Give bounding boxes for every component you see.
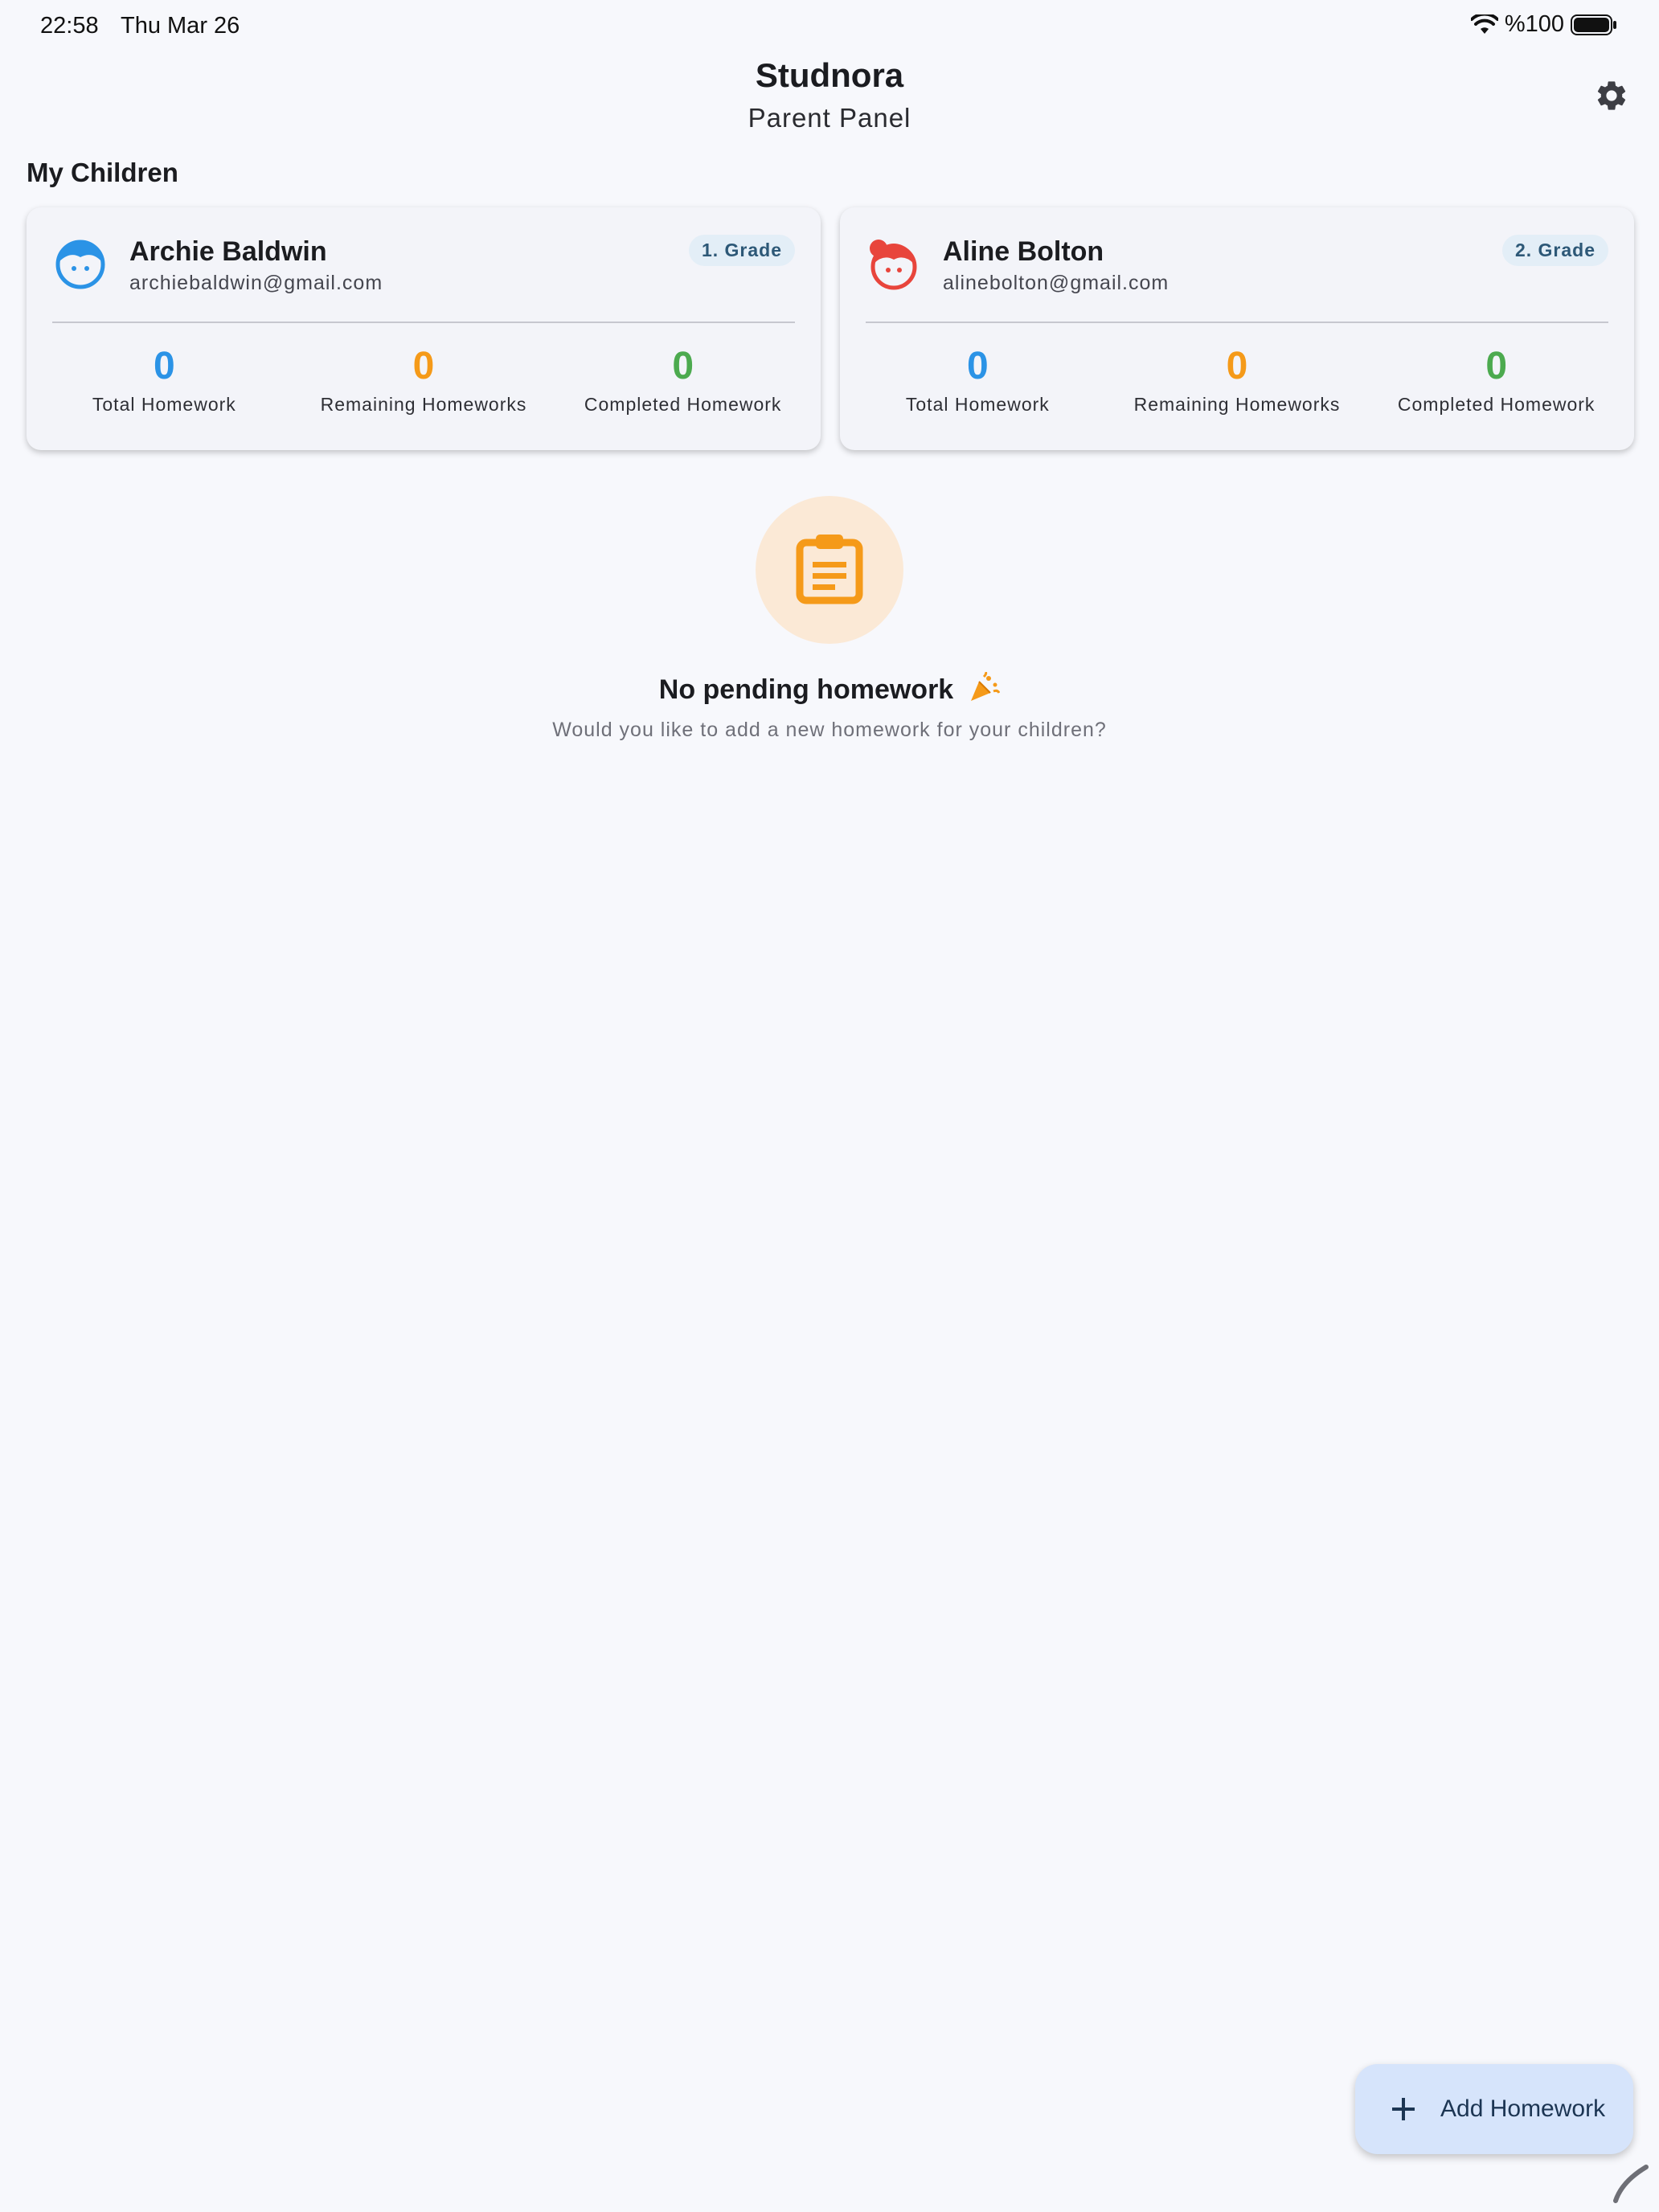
status-indicators: %100 <box>1470 11 1617 38</box>
gear-icon <box>1594 78 1629 117</box>
status-time: 22:58 <box>40 13 99 39</box>
empty-state-title-row: No pending homework <box>0 670 1659 708</box>
empty-state-subtitle: Would you like to add a new homework for… <box>552 719 1107 741</box>
child-name: Archie Baldwin <box>129 236 327 267</box>
child-name: Aline Bolton <box>943 236 1104 267</box>
stat-value: 0 <box>1226 345 1248 387</box>
child-email: archiebaldwin@gmail.com <box>129 272 383 294</box>
stat-total-homework: 0 Total Homework <box>848 344 1108 416</box>
stat-label: Completed Homework <box>584 394 782 415</box>
section-title-my-children: My Children <box>27 158 178 187</box>
homework-stats: 0 Total Homework 0 Remaining Homeworks 0… <box>27 344 821 416</box>
girl-face-icon <box>867 238 920 291</box>
child-card-aline[interactable]: Aline Bolton alinebolton@gmail.com 2. Gr… <box>840 207 1634 450</box>
clipboard-icon <box>795 531 864 609</box>
empty-state-illustration <box>756 496 903 644</box>
battery-percent: %100 <box>1504 11 1564 37</box>
child-card-archie[interactable]: Archie Baldwin archiebaldwin@gmail.com 1… <box>27 207 821 450</box>
stat-label: Remaining Homeworks <box>1133 394 1341 415</box>
stat-label: Remaining Homeworks <box>320 394 527 415</box>
stat-total-homework: 0 Total Homework <box>35 344 294 416</box>
plus-icon <box>1387 2093 1419 2125</box>
homework-stats: 0 Total Homework 0 Remaining Homeworks 0… <box>840 344 1634 416</box>
status-date: Thu Mar 26 <box>121 13 240 39</box>
child-email: alinebolton@gmail.com <box>943 272 1169 294</box>
battery-icon <box>1571 14 1617 36</box>
stat-remaining-homeworks: 0 Remaining Homeworks <box>294 344 554 416</box>
grade-badge: 1. Grade <box>688 235 795 266</box>
stat-label: Completed Homework <box>1397 394 1596 415</box>
status-bar: 22:58 Thu Mar 26 %100 <box>0 0 1659 51</box>
stat-label: Total Homework <box>905 394 1050 415</box>
card-divider <box>866 322 1608 323</box>
empty-state-title: No pending homework <box>658 674 954 705</box>
wifi-icon <box>1470 14 1498 35</box>
stat-remaining-homeworks: 0 Remaining Homeworks <box>1108 344 1367 416</box>
stat-value: 0 <box>412 345 435 387</box>
stat-value: 0 <box>966 345 989 387</box>
add-homework-label: Add Homework <box>1440 2095 1606 2122</box>
card-divider <box>52 322 795 323</box>
stat-completed-homework: 0 Completed Homework <box>553 344 813 416</box>
stat-value: 0 <box>153 345 175 387</box>
stat-value: 0 <box>1485 345 1508 387</box>
page-subtitle: Parent Panel <box>748 103 911 133</box>
app-title: Studnora <box>755 56 904 94</box>
grade-badge: 2. Grade <box>1501 235 1608 266</box>
settings-button[interactable] <box>1591 77 1632 117</box>
boy-face-icon <box>54 238 107 291</box>
stat-completed-homework: 0 Completed Homework <box>1366 344 1626 416</box>
add-homework-button[interactable]: Add Homework <box>1355 2064 1633 2154</box>
resize-handle[interactable] <box>1611 2164 1651 2204</box>
stat-value: 0 <box>672 345 694 387</box>
stat-label: Total Homework <box>92 394 236 415</box>
party-popper-icon <box>968 670 1001 708</box>
